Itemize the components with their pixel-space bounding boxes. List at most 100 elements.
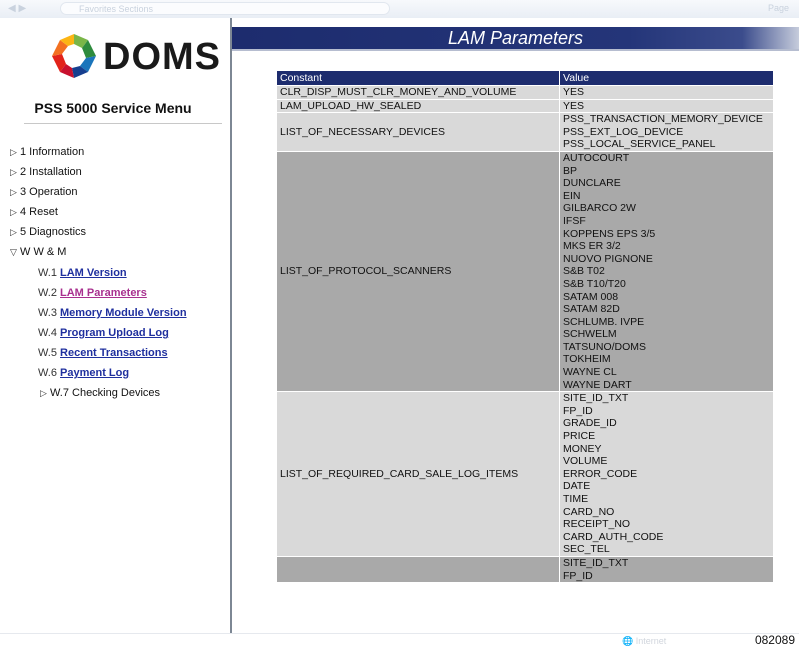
lam-parameters-link[interactable]: LAM Parameters <box>60 287 147 299</box>
value-cell: SITE_ID_TXT FP_ID <box>559 555 774 584</box>
recent-transactions-link[interactable]: Recent Transactions <box>60 347 168 359</box>
menu-item-operation[interactable]: ▷ 3 Operation <box>10 186 77 198</box>
expand-arrow-icon: ▷ <box>10 187 17 197</box>
menu-item-label: 3 Operation <box>20 186 78 198</box>
constant-cell: LIST_OF_PROTOCOL_SCANNERS <box>276 150 560 393</box>
page-menu[interactable]: Page <box>768 3 789 13</box>
menu-item-label: W W & M <box>20 246 67 258</box>
menu-item-label: 5 Diagnostics <box>20 226 87 238</box>
value-line: S&B T10/T20 <box>563 277 626 290</box>
collapse-arrow-icon: ▽ <box>10 247 17 257</box>
value-line: ERROR_CODE <box>563 467 638 480</box>
value-line: SATAM 82D <box>563 303 620 316</box>
value-line: S&B T02 <box>563 265 605 278</box>
payment-log-link[interactable]: Payment Log <box>60 367 129 379</box>
main-content: LAM Parameters Constant Value CLR_DISP_M… <box>232 18 799 633</box>
value-line: SCHWELM <box>563 328 617 341</box>
table-body: CLR_DISP_MUST_CLR_MONEY_AND_VOLUME YES LAM… <box>276 85 774 584</box>
value-cell: YES <box>559 85 774 100</box>
value-line: FP_ID <box>563 569 593 582</box>
header-shadow <box>232 49 799 51</box>
table-row: LAM_UPLOAD_HW_SEALED YES <box>276 98 774 114</box>
internet-zone: 🌐 Internet <box>622 636 667 646</box>
menu-item-information[interactable]: ▷ 1 Information <box>10 146 84 158</box>
value-line: MONEY <box>563 442 602 455</box>
back-forward-icon[interactable]: ◀ ▶ <box>8 3 26 14</box>
menu-item-label: 1 Information <box>20 146 85 158</box>
parameters-table: Constant Value CLR_DISP_MUST_CLR_MONEY_A… <box>276 70 774 584</box>
page-title: LAM Parameters <box>232 27 799 49</box>
value-line: BP <box>563 164 578 177</box>
value-cell: YES <box>559 98 774 114</box>
value-line: YES <box>563 86 585 98</box>
constant-cell: LIST_OF_REQUIRED_CARD_SALE_LOG_ITEMS <box>276 391 560 557</box>
page-menu-label: Page <box>767 3 789 13</box>
submenu-checking-devices[interactable]: ▷ W.7 Checking Devices <box>40 387 160 399</box>
expand-arrow-icon: ▷ <box>40 388 47 398</box>
sidebar: DOMS PSS 5000 Service Menu ▷ 1 Informatio… <box>0 18 232 633</box>
address-bar[interactable]: Favorites Sections <box>60 2 390 15</box>
value-line: GRADE_ID <box>563 417 617 430</box>
value-cell: AUTOCOURT BP DUNCLARE EIN GILBARCO 2W IFSF KOP… <box>559 150 774 393</box>
value-line: PSS_EXT_LOG_DEVICE <box>563 125 684 138</box>
value-line: WAYNE DART <box>563 378 632 391</box>
value-line: PSS_LOCAL_SERVICE_PANEL <box>563 138 716 151</box>
submenu-payment-log: W.6 Payment Log <box>38 367 129 379</box>
submenu-program-upload-log: W.4 Program Upload Log <box>38 327 169 339</box>
value-line: PRICE <box>563 430 596 443</box>
value-line: FP_ID <box>563 404 593 417</box>
expand-arrow-icon: ▷ <box>10 207 17 217</box>
menu-item-wwm[interactable]: ▽ W W & M <box>10 246 66 258</box>
program-upload-log-link[interactable]: Program Upload Log <box>60 327 169 339</box>
status-bar: 🌐 Internet 082089 <box>0 633 799 650</box>
value-line: TIME <box>563 493 589 505</box>
value-line: YES <box>563 99 585 112</box>
menu-item-diagnostics[interactable]: ▷ 5 Diagnostics <box>10 226 86 238</box>
value-cell: SITE_ID_TXT FP_ID GRADE_ID PRICE MONEY VOLUME… <box>559 391 774 557</box>
menu-item-reset[interactable]: ▷ 4 Reset <box>10 206 58 218</box>
menu-item-label: 4 Reset <box>20 206 58 218</box>
submenu-label: W.7 Checking Devices <box>50 387 161 399</box>
table-row: LIST_OF_NECESSARY_DEVICES PSS_TRANSACTION… <box>276 112 774 152</box>
submenu-prefix: W.5 <box>38 347 57 359</box>
value-line: PSS_TRANSACTION_MEMORY_DEVICE <box>563 113 763 126</box>
value-line: SATAM 008 <box>563 290 619 303</box>
table-row: CLR_DISP_MUST_CLR_MONEY_AND_VOLUME YES <box>276 85 774 100</box>
expand-arrow-icon: ▷ <box>10 167 17 177</box>
menu-divider <box>24 123 222 124</box>
table-header-row: Constant Value <box>276 70 774 86</box>
constant-cell: LIST_OF_NECESSARY_DEVICES <box>276 112 560 152</box>
figure-number: 082089 <box>754 633 795 647</box>
constant-cell <box>276 555 560 584</box>
constant-cell: CLR_DISP_MUST_CLR_MONEY_AND_VOLUME <box>276 85 560 100</box>
value-line: AUTOCOURT <box>563 151 630 164</box>
constant-cell: LAM_UPLOAD_HW_SEALED <box>276 98 560 114</box>
value-line: TOKHEIM <box>563 353 611 366</box>
memory-module-version-link[interactable]: Memory Module Version <box>60 307 187 319</box>
submenu-memory-module-version: W.3 Memory Module Version <box>38 307 187 319</box>
value-line: CARD_NO <box>563 505 615 518</box>
value-line: KOPPENS EPS 3/5 <box>563 227 656 240</box>
lam-version-link[interactable]: LAM Version <box>60 267 127 279</box>
value-cell: PSS_TRANSACTION_MEMORY_DEVICE PSS_EXT_LOG… <box>559 112 774 152</box>
value-line: IFSF <box>563 214 586 227</box>
submenu-prefix: W.3 <box>38 307 57 319</box>
value-line: EIN <box>563 189 581 202</box>
menu-item-label: 2 Installation <box>20 166 82 178</box>
expand-arrow-icon: ▷ <box>10 227 17 237</box>
value-line: SEC_TEL <box>563 543 610 556</box>
value-line: TATSUNO/DOMS <box>563 340 647 353</box>
doms-logo: DOMS <box>48 30 220 80</box>
table-row: SITE_ID_TXT FP_ID <box>276 555 774 584</box>
address-text: Favorites Sections <box>79 4 154 14</box>
menu-item-installation[interactable]: ▷ 2 Installation <box>10 166 82 178</box>
submenu-recent-transactions: W.5 Recent Transactions <box>38 347 168 359</box>
submenu-prefix: W.1 <box>38 267 57 279</box>
value-line: RECEIPT_NO <box>563 518 631 531</box>
expand-arrow-icon: ▷ <box>10 147 17 157</box>
browser-toolbar: ◀ ▶ Favorites Sections Page <box>0 0 799 19</box>
submenu-prefix: W.4 <box>38 327 57 339</box>
value-line: SCHLUMB. IVPE <box>563 315 645 328</box>
value-line: DATE <box>563 480 591 493</box>
table-row: LIST_OF_PROTOCOL_SCANNERS AUTOCOURT BP DUNC… <box>276 150 774 393</box>
